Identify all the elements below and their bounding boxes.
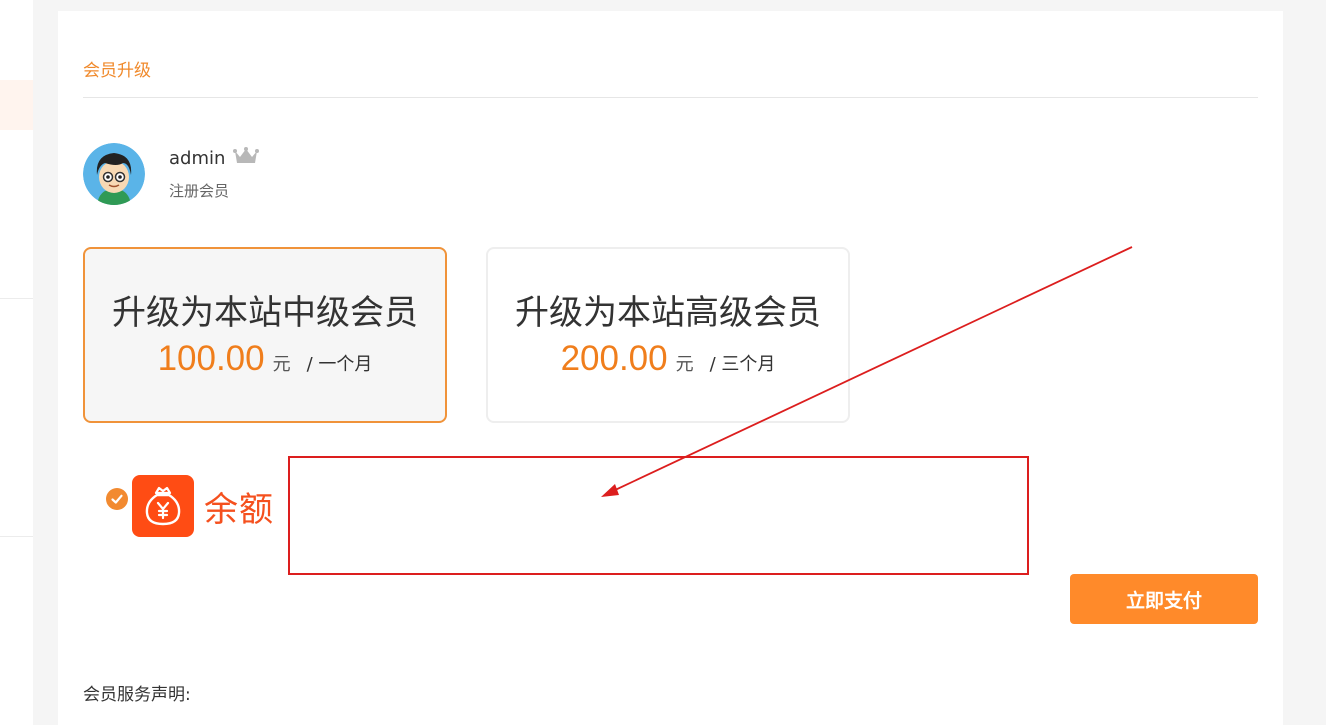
title-divider (83, 97, 1258, 98)
pay-now-button[interactable]: 立即支付 (1070, 574, 1258, 624)
crown-icon (233, 147, 260, 170)
plan-title: 升级为本站高级会员 (515, 293, 821, 333)
plan-price: 100.00 (157, 339, 265, 378)
plan-title: 升级为本站中级会员 (112, 293, 418, 333)
plan-unit: 元 (272, 354, 291, 375)
avatar (83, 143, 145, 205)
sidebar-divider (0, 298, 33, 299)
page-title: 会员升级 (83, 61, 151, 81)
plan-price-line: 200.00 元 / 三个月 (488, 339, 848, 379)
username-text: admin (169, 148, 226, 169)
plan-period: / 一个月 (306, 354, 373, 375)
payment-method-label: 余额 (204, 489, 274, 530)
money-bag-icon (132, 475, 194, 537)
annotation-box (288, 456, 1029, 575)
upgrade-panel: 会员升级 admin 注册会员 升级为本站中级会员 100.00 元 / 一个月… (58, 11, 1283, 725)
username: admin (169, 147, 260, 170)
left-sidebar (0, 0, 33, 725)
payment-option-balance[interactable]: 余额 (106, 475, 274, 537)
plan-card-advanced[interactable]: 升级为本站高级会员 200.00 元 / 三个月 (486, 247, 850, 423)
user-level: 注册会员 (169, 182, 230, 200)
plan-card-intermediate[interactable]: 升级为本站中级会员 100.00 元 / 一个月 (83, 247, 447, 423)
sidebar-divider (0, 536, 33, 537)
plan-unit: 元 (675, 354, 694, 375)
plan-price-line: 100.00 元 / 一个月 (85, 339, 445, 379)
sidebar-active-item[interactable] (0, 80, 33, 130)
check-icon (106, 488, 128, 510)
plan-price: 200.00 (560, 339, 668, 378)
service-statement-label: 会员服务声明: (83, 685, 191, 705)
plan-period: / 三个月 (709, 354, 776, 375)
